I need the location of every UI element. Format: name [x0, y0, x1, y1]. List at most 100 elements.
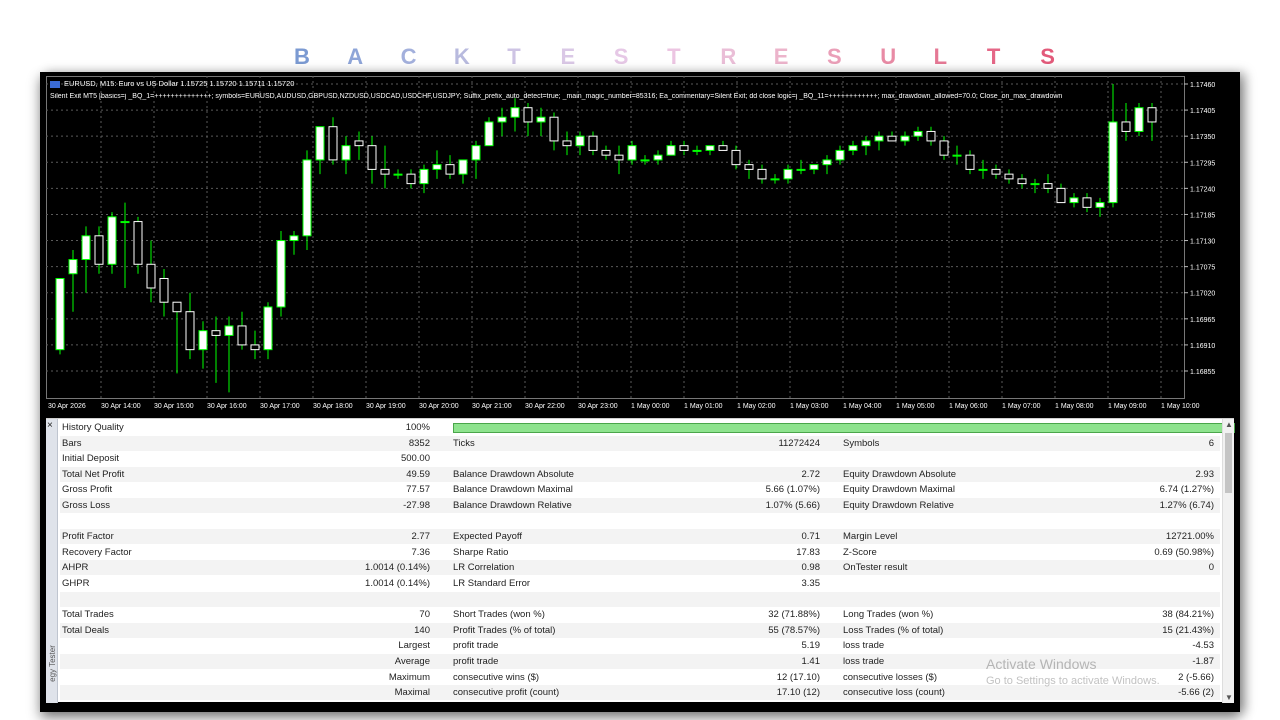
candle-body [94, 235, 104, 265]
metric-value: 1.27% (6.74) [1159, 500, 1214, 511]
metric-value: 100% [405, 422, 430, 433]
candle-body [848, 145, 858, 151]
candle-body [55, 277, 65, 351]
symbol-line: EURUSD, M15: Euro vs US Dollar 1.15725 1… [64, 79, 295, 88]
metric-label: consecutive wins ($) [453, 671, 540, 683]
activate-windows-title: Activate Windows [986, 656, 1097, 672]
metric-label: History Quality [62, 422, 124, 433]
metric-label: Z-Score [843, 546, 877, 558]
scroll-up-icon[interactable]: ▲ [1225, 420, 1233, 429]
candle-body [835, 149, 845, 161]
metric-label: profit trade [453, 640, 499, 652]
title-letter: T [507, 44, 521, 69]
price-label: 1.17020 [1190, 291, 1215, 298]
candle-body [523, 107, 533, 123]
price-label: 1.16965 [1190, 317, 1215, 324]
metric-value: 1.0014 (0.14%) [365, 578, 430, 589]
metric-label: Sharpe Ratio [453, 546, 509, 558]
candle-body [757, 168, 767, 180]
candle-body [276, 240, 286, 308]
time-label: 30 Apr 15:00 [154, 403, 194, 410]
metric-label: OnTester result [843, 562, 908, 574]
metric-label: Total Net Profit [62, 468, 125, 480]
candle-body [588, 135, 598, 151]
metric-value: 11272424 [778, 437, 820, 449]
candle-body [692, 149, 702, 152]
metric-value: 77.57 [406, 484, 430, 496]
metric-label: Loss Trades (% of total) [843, 624, 944, 636]
candlestick-chart-svg: 1.17460 1.17405 1.17350 1.17295 1.17240 1.171… [46, 76, 1215, 410]
candle-body [575, 135, 585, 147]
metric-value: 0.98 [801, 562, 821, 574]
title-letter: U [880, 44, 897, 69]
candle-body [809, 164, 819, 170]
metric-label: Balance Drawdown Absolute [453, 468, 574, 480]
candle-body [770, 178, 780, 181]
candle-body [484, 121, 494, 147]
title-letter: A [347, 44, 364, 69]
metric-value: Average [394, 656, 430, 667]
report-row: History Quality 100% [60, 420, 1235, 435]
candle-body [874, 135, 884, 142]
time-label: 1 May 09:00 [1108, 403, 1147, 410]
scroll-down-icon[interactable]: ▼ [1225, 693, 1233, 702]
strategy-tester-tab-label[interactable]: egy Tester [48, 645, 57, 682]
candle-body [289, 235, 299, 242]
report-row: Total Net Profit 49.59 Balance Drawdown Ab… [60, 466, 1220, 482]
candle-body [666, 145, 676, 156]
time-label: 1 May 06:00 [949, 403, 988, 410]
candle-body [614, 154, 624, 161]
tester-side-strip: × egy Tester [46, 419, 58, 703]
metric-label: loss trade [843, 640, 885, 652]
report-scrollbar[interactable]: ▲ ▼ [1222, 419, 1234, 703]
candle-body [1108, 121, 1118, 204]
report-row: AHPR 1.0014 (0.14%) LR Correlation 0.98 OnTe… [60, 560, 1220, 576]
candle-body [159, 277, 169, 303]
candle-body [783, 168, 793, 180]
metric-label: Short Trades (won %) [453, 609, 545, 621]
metric-label: profit trade [453, 656, 499, 667]
title-letter: S [1040, 44, 1055, 69]
metric-value: 500.00 [400, 453, 430, 465]
chart-symbol-header: EURUSD, M15: Euro vs US Dollar 1.15725 1… [50, 79, 294, 88]
close-icon[interactable]: × [47, 420, 53, 431]
time-label: 30 Apr 20:00 [419, 403, 459, 410]
report-row: Maximal consecutive profit (count) 17.10 (… [60, 685, 1220, 701]
candle-body [1069, 197, 1079, 204]
title-letter: C [400, 44, 417, 69]
candle-body [1082, 197, 1092, 208]
candle-body [445, 164, 455, 175]
candle-body [120, 221, 130, 224]
candle-body [341, 145, 351, 161]
candle-body [133, 221, 143, 265]
time-label: 30 Apr 2026 [48, 403, 86, 410]
metric-label: consecutive loss (count) [843, 687, 945, 699]
candle-body [939, 140, 949, 156]
candle-body [640, 159, 650, 162]
scroll-thumb[interactable] [1225, 433, 1232, 493]
candle-body [887, 135, 897, 142]
candle-body [705, 145, 715, 151]
metric-label: Profit Factor [62, 531, 114, 543]
time-label: 1 May 08:00 [1055, 403, 1094, 410]
time-label: 1 May 00:00 [631, 403, 670, 410]
candle-body [419, 168, 429, 185]
time-label: 30 Apr 19:00 [366, 403, 406, 410]
metric-label: Expected Payoff [453, 531, 523, 543]
metric-value: 3.35 [801, 578, 821, 589]
candle-body [536, 116, 546, 123]
time-label: 1 May 05:00 [896, 403, 935, 410]
metric-value: Maximal [394, 687, 430, 699]
metric-value: -4.53 [1192, 640, 1214, 652]
price-chart[interactable]: 1.17460 1.17405 1.17350 1.17295 1.17240 1.171… [46, 76, 1234, 412]
candle-body [744, 164, 754, 170]
metric-label: Balance Drawdown Relative [453, 500, 572, 511]
candle-body [731, 149, 741, 166]
time-label: 30 Apr 17:00 [260, 403, 300, 410]
candle-body [926, 130, 936, 142]
candle-body [913, 130, 923, 137]
metric-value: 2.72 [801, 468, 821, 480]
metric-value: 1.07% (5.66) [765, 500, 820, 511]
candle-body [900, 135, 910, 142]
metric-value: 7.36 [411, 546, 431, 558]
